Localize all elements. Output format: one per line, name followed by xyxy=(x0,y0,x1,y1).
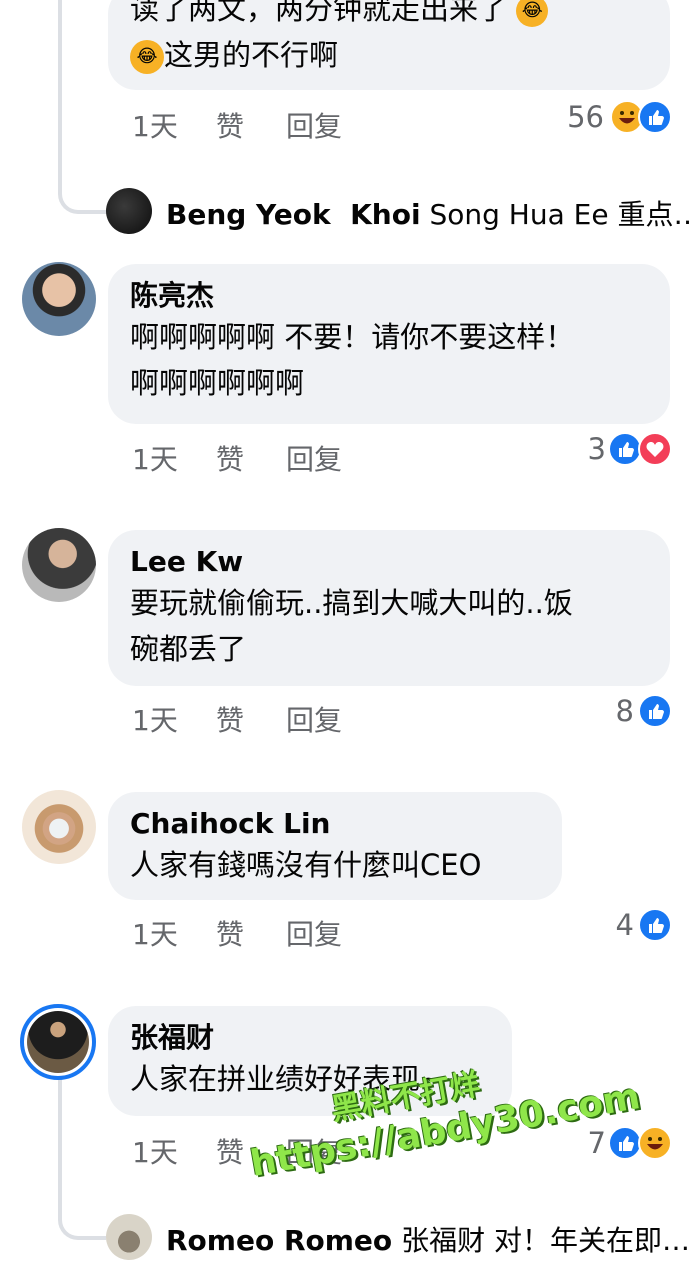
reply-preview[interactable]: Beng Yeok Khoi Song Hua Ee 重点… xyxy=(166,193,692,233)
reply-connector xyxy=(58,150,106,214)
avatar[interactable] xyxy=(22,528,96,602)
reply-author: Romeo Romeo xyxy=(166,1224,393,1257)
comment-text-line: 要玩就偷偷玩..搞到大喊大叫的..饭 xyxy=(130,586,573,620)
comment-time: 1天 xyxy=(132,1136,178,1169)
haha-icon xyxy=(638,1126,672,1160)
laughing-crying-emoji-icon: 😂 xyxy=(516,0,549,27)
like-icon xyxy=(638,908,672,942)
avatar[interactable] xyxy=(22,790,96,864)
reply-text: Song Hua Ee 重点… xyxy=(429,198,692,231)
comment-time: 1天 xyxy=(132,110,178,143)
comment-text-line: 人家有錢嗎沒有什麼叫CEO xyxy=(130,848,482,882)
avatar-photo xyxy=(27,1011,89,1073)
comment-text-line: 啊啊啊啊啊啊 xyxy=(130,366,305,400)
avatar[interactable] xyxy=(22,262,96,336)
reply-action-button[interactable]: 回复 xyxy=(286,699,342,739)
comment-bubble[interactable]: 读了两文，两分钟就走出来了 😂 😂 这男的不行啊 xyxy=(108,0,670,90)
like-action-button[interactable]: 赞 xyxy=(216,105,244,145)
avatar[interactable] xyxy=(20,1004,96,1080)
comment-text-line: 啊啊啊啊啊 不要！请你不要这样！ xyxy=(130,320,575,354)
reply-author: Beng Yeok Khoi xyxy=(166,198,421,231)
comment-time: 1天 xyxy=(132,443,178,476)
like-action-button[interactable]: 赞 xyxy=(216,1131,244,1171)
comment-author[interactable]: Lee Kw xyxy=(130,544,648,580)
like-icon xyxy=(638,694,672,728)
like-action-button[interactable]: 赞 xyxy=(216,699,244,739)
thread-line xyxy=(58,1070,62,1190)
like-icon xyxy=(608,1126,642,1160)
comment-time: 1天 xyxy=(132,918,178,951)
comment-text-line: 读了两文，两分钟就走出来了 😂 xyxy=(130,0,648,32)
reaction-count[interactable]: 8 xyxy=(616,694,634,728)
comment-text-line: 😂 这男的不行啊 xyxy=(130,32,648,78)
comment-text-line: 碗都丢了 xyxy=(130,632,247,666)
like-icon xyxy=(638,100,672,134)
reply-action-button[interactable]: 回复 xyxy=(286,913,342,953)
avatar[interactable] xyxy=(106,1214,152,1260)
comment-bubble[interactable]: Chaihock Lin 人家有錢嗎沒有什麼叫CEO xyxy=(108,792,562,900)
like-action-button[interactable]: 赞 xyxy=(216,438,244,478)
like-action-button[interactable]: 赞 xyxy=(216,913,244,953)
reply-connector xyxy=(58,1180,106,1240)
reaction-count[interactable]: 7 xyxy=(588,1126,606,1160)
reply-text: 张福财 对！年关在即… xyxy=(401,1224,690,1257)
like-icon xyxy=(608,432,642,466)
comment-bubble[interactable]: 陈亮杰 啊啊啊啊啊 不要！请你不要这样！ 啊啊啊啊啊啊 xyxy=(108,264,670,424)
laughing-crying-emoji-icon: 😂 xyxy=(130,40,164,74)
reaction-count[interactable]: 4 xyxy=(616,908,634,942)
thread-line xyxy=(58,0,62,160)
reply-preview[interactable]: Romeo Romeo 张福财 对！年关在即… xyxy=(166,1219,690,1259)
love-icon xyxy=(638,432,672,466)
comment-author[interactable]: Chaihock Lin xyxy=(130,806,540,842)
comment-time: 1天 xyxy=(132,704,178,737)
reply-action-button[interactable]: 回复 xyxy=(286,438,342,478)
reaction-count[interactable]: 3 xyxy=(588,432,606,466)
reaction-count[interactable]: 56 xyxy=(567,100,604,134)
comment-bubble[interactable]: Lee Kw 要玩就偷偷玩..搞到大喊大叫的..饭 碗都丢了 xyxy=(108,530,670,686)
avatar[interactable] xyxy=(106,188,152,234)
reply-action-button[interactable]: 回复 xyxy=(286,105,342,145)
comment-author[interactable]: 陈亮杰 xyxy=(130,278,648,314)
comment-author[interactable]: 张福财 xyxy=(130,1020,490,1056)
